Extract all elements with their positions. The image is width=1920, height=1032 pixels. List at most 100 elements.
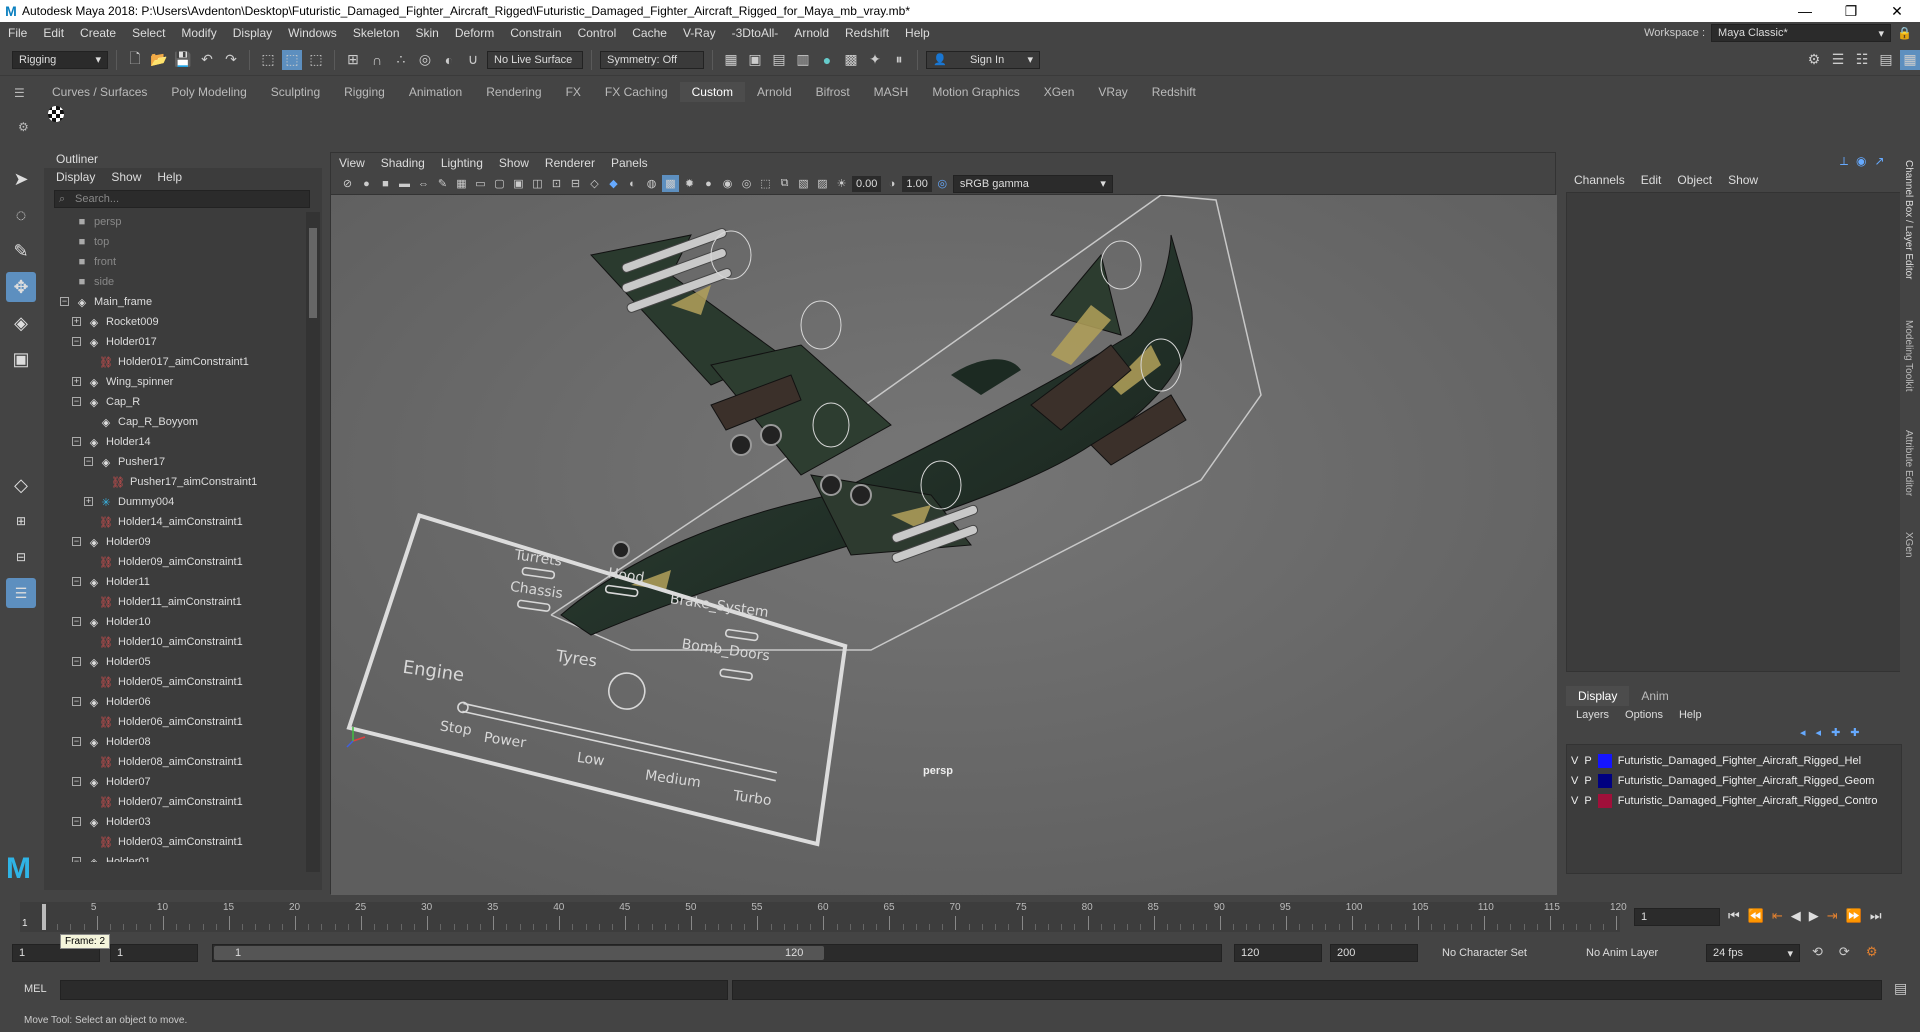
modeling-toolkit-icon[interactable]: ⚙	[1804, 50, 1824, 70]
grease-pencil-icon[interactable]: ✎	[434, 175, 451, 192]
snap-curve-icon[interactable]: ∩	[367, 50, 387, 70]
new-scene-icon[interactable]: 🗋	[125, 50, 145, 70]
tab-fx[interactable]: FX	[554, 82, 593, 102]
motion-blur-icon[interactable]: ◎	[738, 175, 755, 192]
open-scene-icon[interactable]: 📂	[149, 50, 169, 70]
shelf-settings-icon[interactable]: ⚙	[18, 120, 29, 134]
outliner-item[interactable]: ⛓ Holder11_aimConstraint1	[98, 592, 242, 612]
snap-magnet-icon[interactable]: ∪	[463, 50, 483, 70]
collapse-icon[interactable]: −	[72, 657, 81, 666]
layer-menu-help[interactable]: Help	[1679, 709, 1702, 721]
symmetry-dropdown[interactable]: Symmetry: Off	[600, 50, 704, 69]
channelbox-menu-edit[interactable]: Edit	[1641, 173, 1662, 187]
close-icon[interactable]: ✕	[1874, 3, 1920, 20]
viewport-menu-panels[interactable]: Panels	[603, 156, 656, 170]
collapse-icon[interactable]: −	[72, 697, 81, 706]
tab-sculpting[interactable]: Sculpting	[259, 82, 332, 102]
menu-select[interactable]: Select	[124, 26, 173, 40]
time-ruler[interactable]: 5 10 15 20 25 30 35 40 45 50 55 60 65 70 75 80 85 90 95 100…	[20, 902, 1627, 932]
outliner-item[interactable]: ⛓ Holder10_aimConstraint1	[98, 632, 243, 652]
auto-key-icon[interactable]: ⟳	[1839, 944, 1850, 960]
lasso-tool-icon[interactable]: ◌	[6, 200, 36, 230]
outliner-item[interactable]: − ◈ Holder09	[72, 532, 151, 552]
tab-vray[interactable]: VRay	[1086, 82, 1139, 102]
collapse-icon[interactable]: −	[72, 537, 81, 546]
save-scene-icon[interactable]: 💾	[173, 50, 193, 70]
outliner-item[interactable]: + ✳ Dummy004	[84, 492, 174, 512]
outliner-item[interactable]: − ◈ Holder10	[72, 612, 151, 632]
outliner-item[interactable]: ⛓ Holder06_aimConstraint1	[98, 712, 243, 732]
play-backward-icon[interactable]: ◀	[1791, 908, 1801, 924]
current-frame-field[interactable]: 1	[1634, 908, 1720, 926]
new-layer-icon[interactable]: ✚	[1831, 726, 1840, 739]
command-language-label[interactable]: MEL	[24, 983, 47, 995]
snap-point-icon[interactable]: ∴	[391, 50, 411, 70]
outliner-item[interactable]: ⛓ Holder03_aimConstraint1	[98, 832, 243, 852]
tab-arnold[interactable]: Arnold	[745, 82, 804, 102]
viewport-menu-view[interactable]: View	[331, 156, 373, 170]
tab-display-layers[interactable]: Display	[1566, 686, 1630, 706]
xray-joints-icon[interactable]: ▨	[814, 175, 831, 192]
four-view-icon[interactable]: ⊞	[6, 506, 36, 536]
menu-skeleton[interactable]: Skeleton	[345, 26, 408, 40]
outliner-item[interactable]: − ◈ Holder017	[72, 332, 157, 352]
use-all-lights-icon[interactable]: ✹	[681, 175, 698, 192]
smooth-shade-icon[interactable]: ◆	[605, 175, 622, 192]
hypershade-icon[interactable]: ●	[817, 50, 837, 70]
layer-visibility[interactable]: V	[1571, 775, 1578, 787]
range-start-field[interactable]: 1	[110, 944, 198, 962]
tab-poly-modeling[interactable]: Poly Modeling	[159, 82, 258, 102]
tab-redshift[interactable]: Redshift	[1140, 82, 1208, 102]
outliner-item[interactable]: − ◈ Cap_R	[72, 392, 140, 412]
2d-pan-icon[interactable]: ⇔	[415, 175, 432, 192]
go-to-start-icon[interactable]: ⏮	[1728, 908, 1740, 924]
tool-settings-icon[interactable]: ☷	[1852, 50, 1872, 70]
shadows-icon[interactable]: ●	[700, 175, 717, 192]
gamma-icon[interactable]: ◑	[883, 175, 900, 192]
tab-rendering[interactable]: Rendering	[474, 82, 553, 102]
menu-redshift[interactable]: Redshift	[837, 26, 897, 40]
collapse-icon[interactable]: −	[72, 577, 81, 586]
tab-custom[interactable]: Custom	[679, 82, 745, 102]
wireframe-icon[interactable]: ◇	[586, 175, 603, 192]
shelf-options-icon[interactable]: ☰	[14, 86, 25, 100]
select-hierarchy-icon[interactable]: ⬚	[258, 50, 278, 70]
tab-curves-surfaces[interactable]: Curves / Surfaces	[40, 82, 159, 102]
exposure-field[interactable]: 0.00	[852, 175, 882, 192]
axis-icon[interactable]: ⟂	[1840, 154, 1848, 169]
current-time-indicator[interactable]	[42, 904, 46, 930]
tab-animation[interactable]: Animation	[397, 82, 474, 102]
color-space-dropdown[interactable]: sRGB gamma ▾	[952, 174, 1113, 193]
tab-xgen[interactable]: XGen	[1032, 82, 1087, 102]
paint-select-icon[interactable]: ✎	[6, 236, 36, 266]
layer-visibility[interactable]: V	[1571, 755, 1578, 767]
screen-space-ao-icon[interactable]: ◉	[719, 175, 736, 192]
step-forward-frame-icon[interactable]: ⇥	[1827, 908, 1838, 924]
outliner-menu-display[interactable]: Display	[56, 170, 95, 184]
collapse-icon[interactable]: −	[84, 457, 93, 466]
menu-file[interactable]: File	[0, 26, 35, 40]
checker-shelf-icon[interactable]	[48, 106, 64, 122]
attribute-editor-icon[interactable]: ☰	[1828, 50, 1848, 70]
viewport-menu-lighting[interactable]: Lighting	[433, 156, 491, 170]
outliner-item[interactable]: − ◈ Holder05	[72, 652, 151, 672]
outliner-item[interactable]: ⛓ Holder14_aimConstraint1	[98, 512, 243, 532]
film-gate-icon[interactable]: ▭	[472, 175, 489, 192]
maximize-icon[interactable]: ❐	[1828, 3, 1874, 20]
layer-editor-icon[interactable]: ▦	[1900, 49, 1920, 70]
select-object-icon[interactable]: ⬚	[282, 49, 302, 70]
outliner-item[interactable]: ◈ Cap_R_Boyyom	[98, 412, 198, 432]
select-tool-icon[interactable]: ➤	[6, 164, 36, 194]
menu-set-dropdown[interactable]: Rigging ▾	[12, 50, 108, 69]
fps-dropdown[interactable]: 24 fps ▾	[1706, 944, 1800, 962]
menu-vray[interactable]: V-Ray	[675, 26, 724, 40]
outliner-item[interactable]: −◈ Holder01	[72, 852, 151, 862]
side-tab-attribute-editor[interactable]: Attribute Editor	[1903, 430, 1914, 496]
redo-icon[interactable]: ↷	[221, 50, 241, 70]
channelbox-icon[interactable]: ◉	[1856, 154, 1866, 169]
collapse-icon[interactable]: −	[60, 297, 69, 306]
lasso-icon[interactable]: ↗	[1875, 154, 1885, 169]
isolate-select-icon[interactable]: ⧉	[776, 175, 793, 192]
outliner-item[interactable]: ⛓ Holder07_aimConstraint1	[98, 792, 243, 812]
move-layer-down-icon[interactable]: ◂	[1816, 726, 1822, 739]
